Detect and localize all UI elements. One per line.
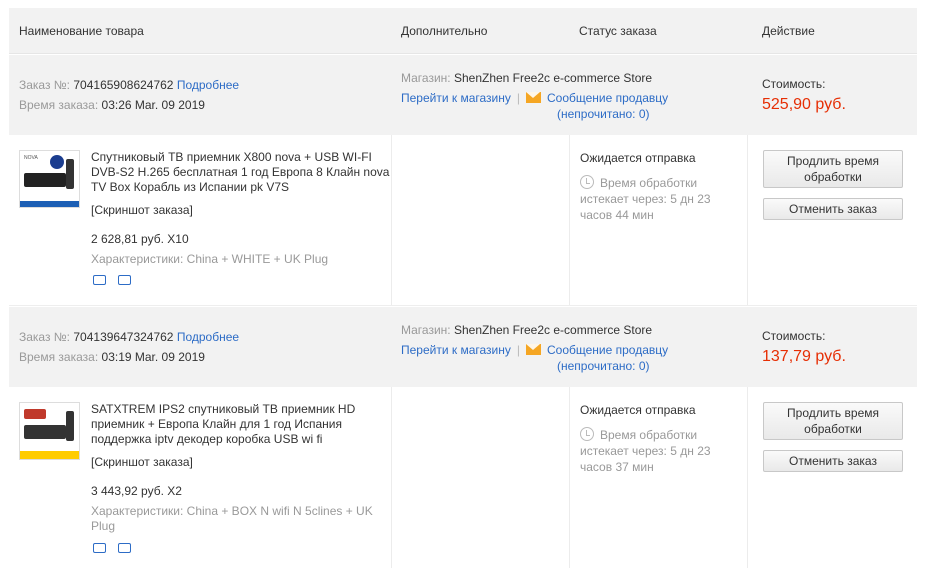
- clock-icon: [580, 175, 594, 189]
- extend-processing-button[interactable]: Продлить время обработки: [763, 402, 903, 440]
- unread-count[interactable]: (непрочитано: 0): [557, 359, 650, 373]
- header-extra: Дополнительно: [401, 24, 488, 38]
- order-screenshot-link[interactable]: [Скриншот заказа]: [91, 455, 193, 469]
- order-number-label: Заказ №:: [19, 330, 71, 344]
- return-icon[interactable]: [118, 275, 131, 285]
- store-label: Магазин:: [401, 71, 451, 85]
- order-header: Заказ №: 704139647324762 Подробнее Время…: [9, 306, 917, 387]
- specs-value: China + WHITE + UK Plug: [186, 252, 329, 266]
- orders-table: Наименование товара Дополнительно Статус…: [9, 8, 917, 568]
- order-block: Заказ №: 704165908624762 Подробнее Время…: [9, 54, 917, 306]
- processing-time: Время обработки истекает через: 5 дн 23 …: [580, 427, 711, 474]
- order-time: 03:26 Mar. 09 2019: [101, 98, 205, 112]
- clock-icon: [580, 427, 594, 441]
- price-quantity: 3 443,92 руб. X2: [91, 484, 182, 498]
- order-number: 704165908624762: [73, 78, 174, 92]
- price-quantity: 2 628,81 руб. X10: [91, 232, 189, 246]
- go-to-store-link[interactable]: Перейти к магазину: [401, 343, 511, 357]
- order-block: Заказ №: 704139647324762 Подробнее Время…: [9, 306, 917, 568]
- order-cost: 137,79 руб.: [762, 348, 846, 365]
- product-name[interactable]: SATXTREM IPS2 спутниковый ТВ приемник HD…: [91, 402, 391, 447]
- return-icon[interactable]: [118, 543, 131, 553]
- specs-label: Характеристики:: [91, 252, 184, 266]
- order-item: SATXTREM IPS2 спутниковый ТВ приемник HD…: [9, 387, 917, 568]
- truck-icon[interactable]: [93, 275, 106, 285]
- order-time-label: Время заказа:: [19, 350, 99, 364]
- cancel-order-button[interactable]: Отменить заказ: [763, 450, 903, 472]
- order-item: NOVA Спутниковый ТВ приемник X800 nova +…: [9, 135, 917, 306]
- store-name: ShenZhen Free2c e-commerce Store: [453, 71, 653, 85]
- product-thumbnail[interactable]: NOVA: [19, 150, 80, 208]
- truck-icon[interactable]: [93, 543, 106, 553]
- cost-label: Стоимость:: [762, 329, 826, 343]
- message-seller-link[interactable]: Сообщение продавцу: [547, 91, 668, 105]
- specs-label: Характеристики:: [91, 504, 184, 518]
- order-header: Заказ №: 704165908624762 Подробнее Время…: [9, 54, 917, 135]
- status-title: Ожидается отправка: [580, 403, 696, 417]
- unread-count[interactable]: (непрочитано: 0): [557, 107, 650, 121]
- table-header: Наименование товара Дополнительно Статус…: [9, 8, 917, 54]
- order-screenshot-link[interactable]: [Скриншот заказа]: [91, 203, 193, 217]
- envelope-icon: [526, 92, 541, 103]
- cost-label: Стоимость:: [762, 77, 826, 91]
- order-cost: 525,90 руб.: [762, 96, 846, 113]
- product-thumbnail[interactable]: [19, 402, 80, 460]
- message-seller-link[interactable]: Сообщение продавцу: [547, 343, 668, 357]
- header-action: Действие: [762, 24, 815, 38]
- store-name: ShenZhen Free2c e-commerce Store: [453, 323, 653, 337]
- header-product: Наименование товара: [19, 24, 144, 38]
- extend-processing-button[interactable]: Продлить время обработки: [763, 150, 903, 188]
- product-name[interactable]: Спутниковый ТВ приемник X800 nova + USB …: [91, 150, 391, 195]
- order-time-label: Время заказа:: [19, 98, 99, 112]
- cancel-order-button[interactable]: Отменить заказ: [763, 198, 903, 220]
- store-label: Магазин:: [401, 323, 451, 337]
- go-to-store-link[interactable]: Перейти к магазину: [401, 91, 511, 105]
- order-details-link[interactable]: Подробнее: [177, 330, 239, 344]
- order-number: 704139647324762: [73, 330, 174, 344]
- order-details-link[interactable]: Подробнее: [177, 78, 239, 92]
- header-status: Статус заказа: [579, 24, 657, 38]
- order-time: 03:19 Mar. 09 2019: [101, 350, 205, 364]
- status-title: Ожидается отправка: [580, 151, 696, 165]
- order-number-label: Заказ №:: [19, 78, 71, 92]
- envelope-icon: [526, 344, 541, 355]
- processing-time: Время обработки истекает через: 5 дн 23 …: [580, 175, 711, 222]
